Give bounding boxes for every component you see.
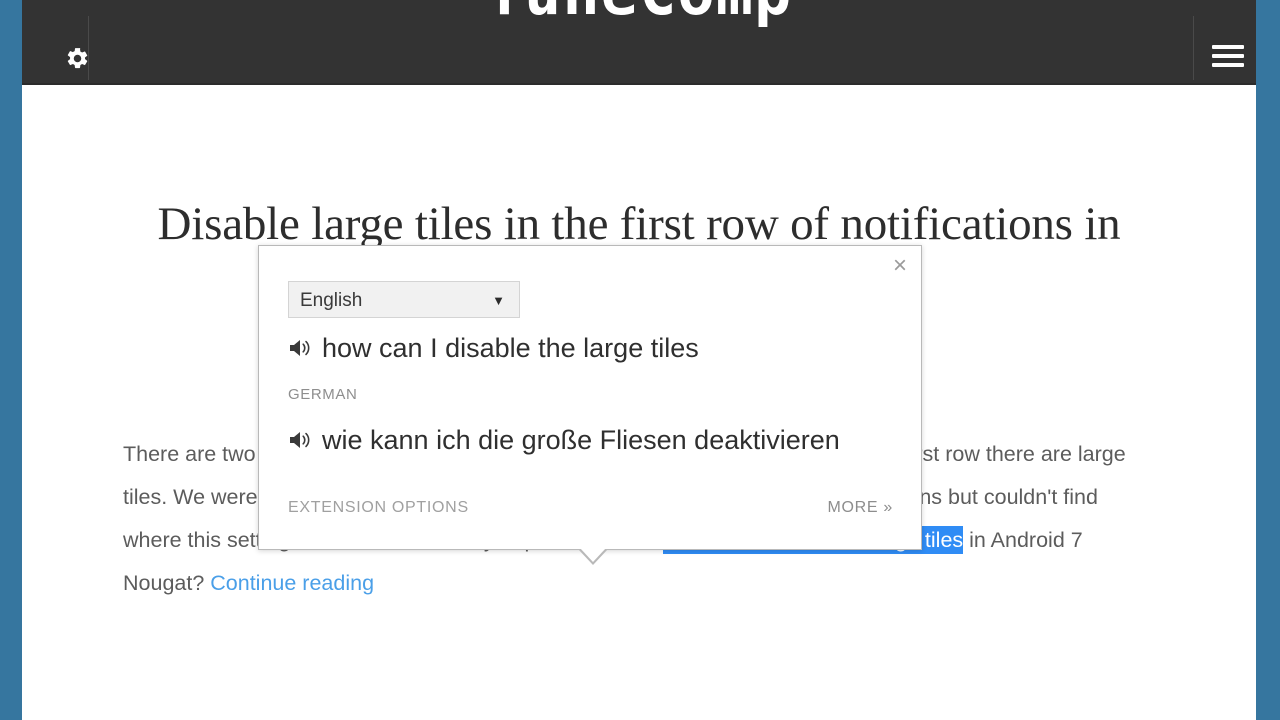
menu-bar-2 [1212,54,1244,58]
language-select-value: English [300,290,363,311]
target-text-row: wie kann ich die große Fliesen deaktivie… [288,424,908,456]
header-divider-right [1193,16,1194,80]
target-language-label: GERMAN [288,386,358,403]
web-page: TuneComp Disable large tiles in the firs… [22,0,1256,720]
more-link[interactable]: MORE » [827,499,893,517]
popup-tail [580,548,606,562]
speaker-icon[interactable] [288,337,312,359]
speaker-icon[interactable] [288,429,312,451]
source-text-row: how can I disable the large tiles [288,332,908,364]
site-logo: TuneComp [22,0,1256,24]
target-text: wie kann ich die große Fliesen deaktivie… [322,425,840,455]
menu-bar-1 [1212,45,1244,49]
gear-icon[interactable] [65,46,90,71]
popup-footer: EXTENSION OPTIONS MORE » [259,491,921,549]
extension-options-link[interactable]: EXTENSION OPTIONS [288,499,469,517]
menu-bar-3 [1212,63,1244,67]
site-header: TuneComp [22,0,1256,85]
chevron-down-icon: ▼ [492,293,505,308]
language-select[interactable]: English ▼ [288,281,520,318]
hamburger-menu-icon[interactable] [1212,44,1244,70]
continue-reading-link[interactable]: Continue reading [210,571,374,595]
close-icon[interactable]: × [893,254,907,278]
source-text: how can I disable the large tiles [322,333,699,363]
browser-viewport: TuneComp Disable large tiles in the firs… [0,0,1280,720]
translate-popup: × English ▼ how can I disable the large … [258,245,922,550]
